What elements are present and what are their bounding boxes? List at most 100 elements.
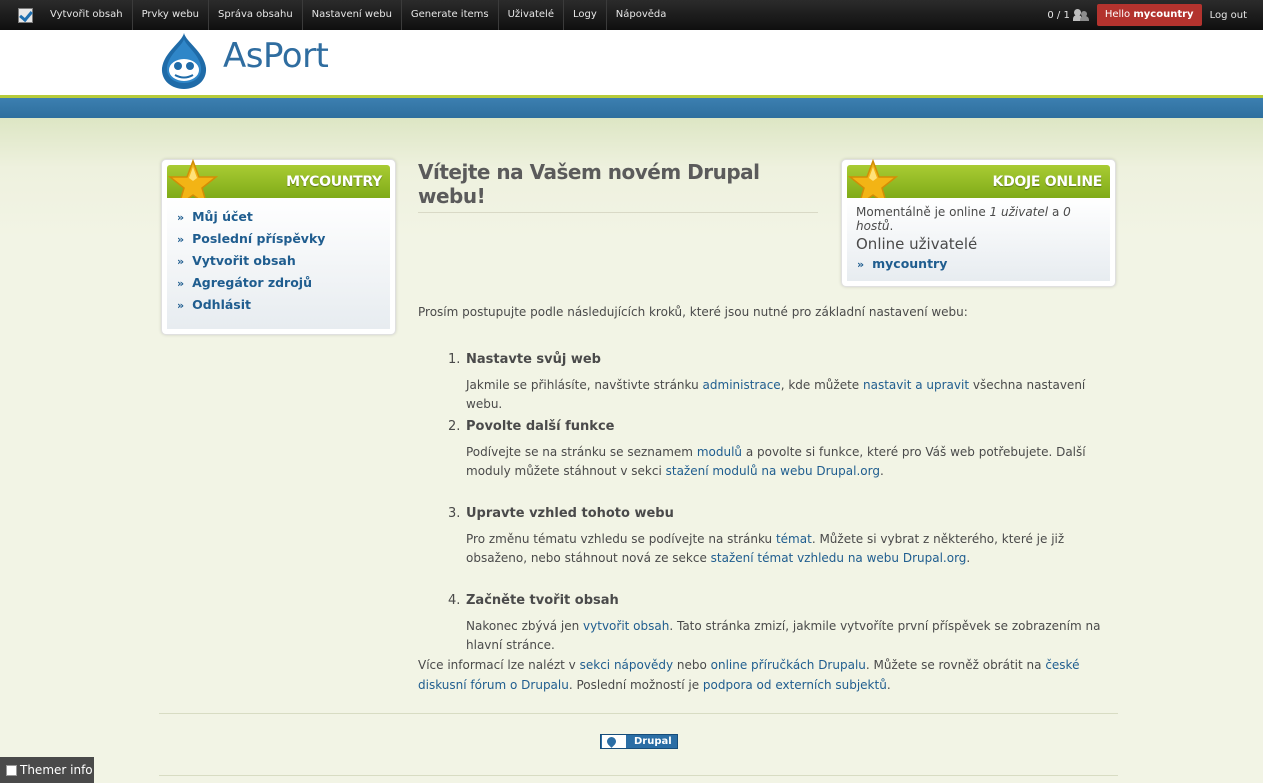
admin-item-logs[interactable]: Logy: [563, 0, 606, 30]
bullet-icon: »: [177, 233, 185, 246]
create-content-link[interactable]: vytvořit obsah: [583, 619, 669, 633]
online-status-prefix: Momentálně je online: [856, 205, 986, 219]
admin-item-site-configuration[interactable]: Nastavení webu: [301, 0, 401, 30]
themer-checkbox[interactable]: [6, 764, 17, 776]
hello-prefix: Hello: [1104, 9, 1131, 20]
user-menu-link[interactable]: Odhlásit: [192, 297, 251, 312]
intro-text: Prosím postupujte podle následujících kr…: [418, 305, 968, 319]
step-text-part: Pro změnu tématu vzhledu se podívejte na…: [466, 532, 776, 546]
online-users-heading: Online uživatelé: [856, 235, 978, 253]
user-block-header: MYCOUNTRY: [167, 159, 390, 207]
drupal-logo-icon[interactable]: [159, 32, 209, 90]
admin-menu-icon[interactable]: [18, 7, 33, 23]
step-text-part: , kde můžete: [780, 378, 863, 392]
bullet-icon: »: [177, 299, 185, 312]
powered-by-drupal-badge[interactable]: Drupal: [600, 734, 678, 749]
step-title: Povolte další funkce: [466, 419, 615, 434]
setup-step: 3. Upravte vzhled tohoto webu Pro změnu …: [418, 506, 1118, 593]
online-status-end: .: [889, 219, 894, 233]
user-menu-item[interactable]: » Poslední příspěvky: [167, 228, 390, 250]
more-info-part: Více informací lze nalézt v: [418, 658, 580, 672]
user-menu-item[interactable]: » Můj účet: [167, 206, 390, 228]
user-menu-list: » Můj účet » Poslední příspěvky » Vytvořit …: [167, 198, 390, 316]
admin-item-create-content[interactable]: Vytvořit obsah: [41, 0, 132, 30]
themer-info-label: Themer info: [20, 763, 93, 777]
user-block-body: » Můj účet » Poslední příspěvky » Vytvořit …: [167, 198, 390, 329]
setup-steps-list: 1. Nastavte svůj web Jakmile se přihlásí…: [418, 352, 1118, 652]
who-is-online-block: KDOJE ONLINE Momentálně je online 1 uživ…: [841, 159, 1116, 287]
user-menu-link[interactable]: Agregátor zdrojů: [192, 275, 312, 290]
step-text-part: Podívejte se na stránku se seznamem: [466, 445, 697, 459]
bullet-icon: »: [177, 211, 185, 224]
user-menu-block: MYCOUNTRY » Můj účet » Poslední příspěvky …: [161, 159, 396, 335]
external-support-link[interactable]: podpora od externích subjektů: [703, 678, 887, 692]
online-block-title: KDOJE ONLINE: [992, 174, 1103, 190]
step-text-part: .: [879, 464, 884, 478]
hello-user-link[interactable]: Hello mycountry: [1096, 4, 1202, 26]
step-title: Začněte tvořit obsah: [466, 593, 619, 608]
primary-band: [0, 98, 1263, 118]
download-themes-link[interactable]: stažení témat vzhledu na webu Drupal.org: [711, 551, 967, 565]
online-user-item[interactable]: » mycountry: [847, 253, 1110, 275]
download-modules-link[interactable]: stažení modulů na webu Drupal.org: [666, 464, 880, 478]
step-text: Podívejte se na stránku se seznamem modu…: [466, 443, 1118, 481]
admin-item-help[interactable]: Nápověda: [605, 0, 676, 30]
more-info-part: . Můžete se rovněž obrátit na: [865, 658, 1046, 672]
setup-step: 1. Nastavte svůj web Jakmile se přihlásí…: [418, 352, 1118, 419]
online-block-body: Momentálně je online 1 uživatel a 0 host…: [847, 198, 1110, 281]
more-info-text: Více informací lze nalézt v sekci nápově…: [418, 655, 1118, 695]
online-user-total: 1 uživatel: [989, 205, 1049, 219]
step-text: Nakonec zbývá jen vytvořit obsah. Tato s…: [466, 617, 1118, 655]
step-title: Nastavte svůj web: [466, 352, 601, 367]
user-menu-link[interactable]: Můj účet: [192, 209, 253, 224]
drupal-drop-icon: [602, 735, 626, 748]
admin-item-site-building[interactable]: Prvky webu: [131, 0, 208, 30]
online-user-count: 0 / 1: [1047, 9, 1070, 21]
step-text-part: Nakonec zbývá jen: [466, 619, 584, 633]
logout-link[interactable]: Log out: [1210, 10, 1247, 21]
user-menu-item[interactable]: » Agregátor zdrojů: [167, 272, 390, 294]
step-text-part: .: [966, 551, 971, 565]
admin-item-content-management[interactable]: Správa obsahu: [208, 0, 302, 30]
help-section-link[interactable]: sekci nápovědy: [580, 658, 673, 672]
bullet-icon: »: [177, 277, 185, 290]
step-number: 1.: [448, 352, 461, 367]
bullet-icon: »: [857, 258, 865, 271]
user-block-title: MYCOUNTRY: [286, 174, 382, 190]
step-number: 2.: [448, 419, 461, 434]
online-user-link[interactable]: mycountry: [872, 256, 947, 271]
bullet-icon: »: [177, 255, 185, 268]
online-status-text: Momentálně je online 1 uživatel a 0 host…: [847, 198, 1110, 233]
hello-username: mycountry: [1133, 9, 1194, 20]
online-users-list: » mycountry: [847, 253, 1110, 275]
setup-step: 2. Povolte další funkce Podívejte se na …: [418, 419, 1118, 506]
admin-item-generate-items[interactable]: Generate items: [400, 0, 498, 30]
more-info-part: . Poslední možností je: [568, 678, 703, 692]
configure-link[interactable]: nastavit a upravit: [863, 378, 969, 392]
step-title: Upravte vzhled tohoto webu: [466, 506, 674, 521]
step-text-part: Jakmile se přihlásíte, navštivte stránku: [466, 378, 703, 392]
more-info-part: nebo: [673, 658, 711, 672]
administration-link[interactable]: administrace: [703, 378, 781, 392]
admin-item-users[interactable]: Uživatelé: [497, 0, 563, 30]
footer-divider: [159, 713, 1118, 714]
step-number: 3.: [448, 506, 461, 521]
footer-divider-bottom: [159, 775, 1118, 776]
step-text: Jakmile se přihlásíte, navštivte stránku…: [466, 376, 1118, 414]
site-header: AsPort: [0, 30, 1263, 96]
drupal-badge-label: Drupal: [634, 736, 672, 747]
modules-link[interactable]: modulů: [697, 445, 742, 459]
user-menu-item[interactable]: » Vytvořit obsah: [167, 250, 390, 272]
site-name[interactable]: AsPort: [223, 36, 329, 76]
user-menu-item[interactable]: » Odhlásit: [167, 294, 390, 316]
admin-toolbar: Vytvořit obsah Prvky webu Správa obsahu …: [0, 0, 1263, 30]
user-menu-link[interactable]: Vytvořit obsah: [192, 253, 296, 268]
online-handbook-link[interactable]: online příručkách Drupalu: [711, 658, 866, 672]
themes-link[interactable]: témat: [776, 532, 812, 546]
user-menu-link[interactable]: Poslední příspěvky: [192, 231, 325, 246]
page-title: Vítejte na Vašem novém Drupal webu!: [418, 160, 818, 213]
online-block-header: KDOJE ONLINE: [847, 159, 1110, 207]
themer-info-toggle[interactable]: Themer info: [0, 757, 94, 783]
online-status-mid: a: [1051, 205, 1060, 219]
step-number: 4.: [448, 593, 461, 608]
